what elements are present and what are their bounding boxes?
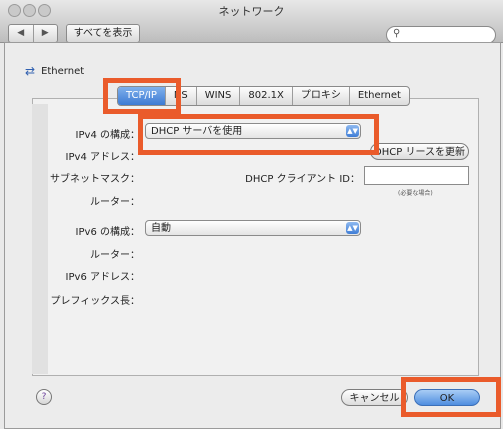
subnet-mask-label: サブネットマスク： (50, 174, 140, 185)
show-all-button[interactable]: すべてを表示 (66, 24, 140, 43)
tab-8021x[interactable]: 802.1X (239, 87, 291, 105)
title-bar: ネットワーク ◀ ▶ すべてを表示 ⚲ (0, 0, 503, 44)
highlight-ipv4-config (138, 114, 379, 155)
ipv6-address-label: IPv6 アドレス： (65, 272, 140, 283)
ethernet-icon: ⇄ (25, 64, 36, 78)
prefix-length-label: プレフィックス長： (50, 296, 141, 307)
tab-proxy[interactable]: プロキシ (291, 87, 349, 105)
network-window: ネットワーク ◀ ▶ すべてを表示 ⚲ ⇄ Ethernet TCP/IP NS… (0, 0, 503, 429)
tab-ethernet[interactable]: Ethernet (348, 87, 409, 105)
ipv4-address-label: IPv4 アドレス： (65, 152, 140, 163)
ghost-sidebar (32, 104, 48, 374)
window-title: ネットワーク (218, 5, 285, 18)
ipv6-router-label: ルーター： (90, 250, 140, 261)
dhcp-client-id-input[interactable] (364, 166, 469, 185)
search-icon: ⚲ (393, 28, 401, 39)
back-arrow-icon[interactable]: ◀ (9, 25, 33, 42)
tab-wins[interactable]: WINS (195, 87, 240, 105)
forward-arrow-icon[interactable]: ▶ (32, 25, 58, 42)
ipv4-config-label: IPv4 の構成： (75, 130, 140, 141)
help-button[interactable]: ? (36, 389, 52, 405)
interface-header: ⇄ Ethernet (25, 64, 84, 78)
dhcp-client-id-label: DHCP クライアント ID： (245, 174, 360, 185)
highlight-ok-button (401, 377, 501, 417)
interface-name: Ethernet (41, 65, 85, 77)
router-label: ルーター： (90, 197, 140, 208)
ipv6-config-label: IPv6 の構成： (75, 227, 140, 238)
cancel-button[interactable]: キャンセル (341, 389, 408, 406)
highlight-tcpip-tab (103, 78, 181, 114)
dhcp-client-id-note: (必要な場合) (398, 190, 433, 197)
ipv6-config-select[interactable]: 自動 ▲▼ (145, 220, 361, 236)
back-forward-control: ◀ ▶ (8, 24, 58, 43)
ipv6-config-value: 自動 (151, 223, 171, 234)
renew-dhcp-lease-button[interactable]: DHCP リースを更新 (370, 143, 469, 160)
popup-arrows-icon: ▲▼ (346, 222, 359, 234)
